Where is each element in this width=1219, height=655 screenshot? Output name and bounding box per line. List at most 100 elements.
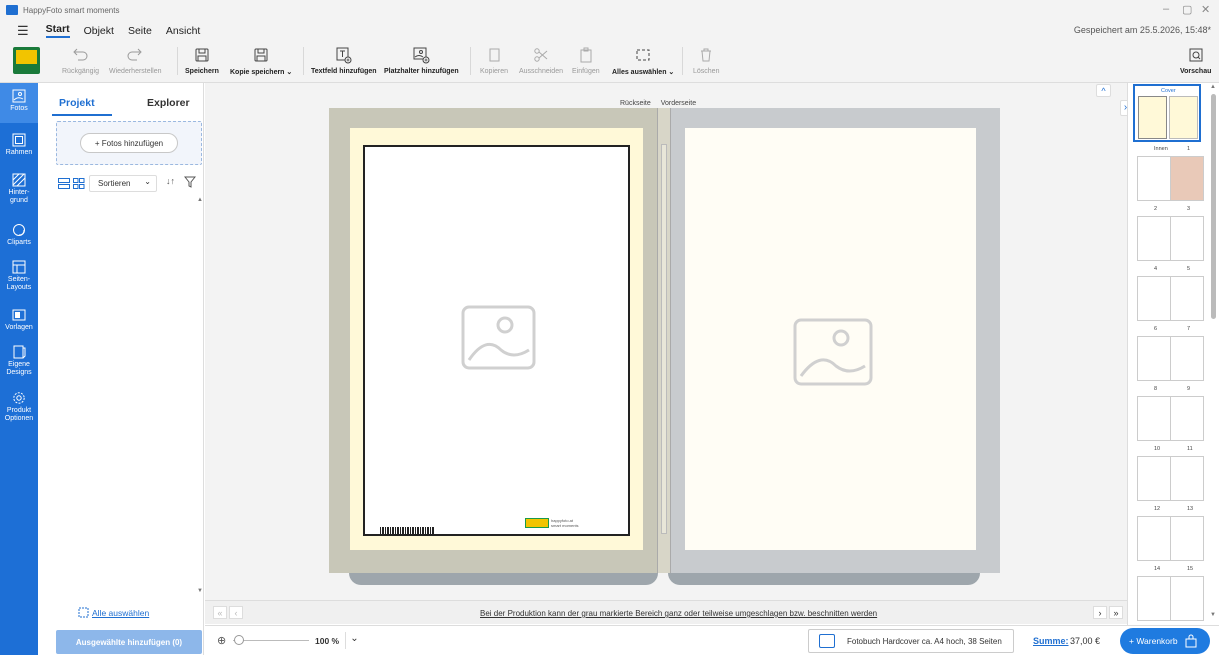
- thumb-page-left[interactable]: [1137, 516, 1171, 561]
- tab-explorer[interactable]: Explorer: [147, 97, 190, 109]
- thumb-page-number: 1: [1187, 146, 1191, 152]
- thumb-spread[interactable]: 10 11: [1137, 446, 1205, 504]
- title-bar: HappyFoto smart moments – ▢ ✕: [0, 0, 1219, 20]
- delete-button[interactable]: Löschen: [693, 45, 719, 75]
- chevron-down-icon: ⌄: [144, 177, 151, 186]
- thumb-page-number: 9: [1187, 386, 1191, 392]
- thumb-spread[interactable]: 67: [1137, 326, 1205, 384]
- grid-view-icon[interactable]: [73, 178, 85, 189]
- thumb-page-left[interactable]: [1137, 276, 1171, 321]
- add-placeholder-button[interactable]: Platzhalter hinzufügen: [384, 45, 459, 75]
- zoom-in-icon[interactable]: ⊕: [217, 634, 226, 647]
- sort-order-icon[interactable]: ↓↑: [166, 176, 175, 186]
- zoom-dropdown-icon[interactable]: ⌄: [345, 632, 363, 649]
- thumb-scrollbar[interactable]: ▲ ▼: [1208, 84, 1219, 624]
- thumb-page-right[interactable]: [1170, 576, 1204, 621]
- thumb-page-number: 2: [1154, 206, 1158, 212]
- filter-icon[interactable]: [184, 176, 196, 188]
- rail-item-cliparts[interactable]: Cliparts: [0, 223, 38, 247]
- rail-item-fotos[interactable]: Fotos: [0, 83, 38, 123]
- add-to-cart-button[interactable]: + Warenkorb: [1120, 628, 1210, 654]
- rail-item-vorlagen[interactable]: Vorlagen: [0, 308, 38, 332]
- select-all-icon: [633, 45, 653, 65]
- production-notice[interactable]: Bei der Produktion kann der grau markier…: [480, 609, 877, 618]
- scroll-down-icon[interactable]: ▼: [197, 588, 203, 594]
- minimize-icon[interactable]: –: [1163, 3, 1169, 15]
- thumb-spread[interactable]: 14 15: [1137, 566, 1205, 624]
- hamburger-icon[interactable]: ☰: [17, 23, 29, 39]
- thumb-cover[interactable]: Cover: [1133, 84, 1201, 142]
- thumb-page-left[interactable]: [1137, 396, 1171, 441]
- rail-item-seitenlayouts[interactable]: Seiten- Layouts: [0, 260, 38, 291]
- maximize-icon[interactable]: ▢: [1182, 3, 1192, 16]
- thumb-page-left[interactable]: [1137, 336, 1171, 381]
- close-icon[interactable]: ✕: [1201, 3, 1210, 16]
- image-placeholder-icon[interactable]: [793, 318, 873, 386]
- first-page-icon[interactable]: «: [213, 606, 227, 619]
- save-copy-button[interactable]: Kopie speichern ⌄: [230, 45, 292, 76]
- rail-item-hintergrund[interactable]: Hinter- grund: [0, 173, 38, 204]
- zoom-slider[interactable]: [233, 640, 309, 641]
- side-panel: Projekt Explorer: [38, 83, 204, 655]
- paste-button[interactable]: Einfügen: [572, 45, 600, 75]
- thumb-page-right[interactable]: [1170, 516, 1204, 561]
- spine[interactable]: [657, 108, 671, 573]
- collapse-up-icon[interactable]: ^: [1096, 84, 1111, 97]
- last-page-icon[interactable]: »: [1109, 606, 1123, 619]
- next-page-icon[interactable]: ›: [1093, 606, 1107, 619]
- menu-ansicht[interactable]: Ansicht: [166, 25, 200, 37]
- undo-icon: [70, 45, 90, 65]
- menu-objekt[interactable]: Objekt: [84, 25, 114, 37]
- thumb-spread[interactable]: 23: [1137, 206, 1205, 264]
- select-all-button[interactable]: Alles auswählen ⌄: [612, 45, 674, 76]
- product-info-button[interactable]: Fotobuch Hardcover ca. A4 hoch, 38 Seite…: [808, 629, 1014, 653]
- copy-icon: [484, 45, 504, 65]
- sum-label[interactable]: Summe:: [1033, 636, 1069, 646]
- prev-page-icon[interactable]: ‹: [229, 606, 243, 619]
- scroll-up-icon[interactable]: ▲: [197, 197, 203, 203]
- redo-button[interactable]: Wiederherstellen: [109, 45, 162, 75]
- select-all-icon: [78, 607, 89, 618]
- thumb-page-right[interactable]: [1170, 336, 1204, 381]
- preview-icon: [1186, 45, 1206, 65]
- undo-button[interactable]: Rückgängig: [62, 45, 99, 75]
- thumb-page-right[interactable]: [1170, 156, 1204, 201]
- cut-button[interactable]: Ausschneiden: [519, 45, 563, 75]
- thumb-page-right[interactable]: [1170, 456, 1204, 501]
- zoom-level: 100 %: [315, 636, 340, 646]
- add-textfield-button[interactable]: Textfeld hinzufügen: [311, 45, 377, 75]
- back-cover-page[interactable]: [363, 145, 630, 536]
- rail-item-rahmen[interactable]: Rahmen: [0, 133, 38, 157]
- thumb-page-right[interactable]: [1170, 276, 1204, 321]
- add-photos-button[interactable]: + Fotos hinzufügen: [80, 133, 178, 153]
- menu-start[interactable]: Start: [45, 23, 70, 38]
- save-button[interactable]: Speichern: [185, 45, 219, 75]
- thumb-page-right[interactable]: [1170, 216, 1204, 261]
- image-placeholder-icon[interactable]: [461, 305, 536, 370]
- thumb-page-left[interactable]: [1137, 216, 1171, 261]
- product-icon: [819, 634, 835, 648]
- thumb-page-right[interactable]: [1170, 396, 1204, 441]
- thumb-spread[interactable]: Innen 1: [1137, 146, 1205, 204]
- sort-select[interactable]: Sortieren ⌄: [89, 175, 157, 192]
- thumb-page-left[interactable]: [1137, 576, 1171, 621]
- preview-button[interactable]: Vorschau: [1180, 45, 1211, 75]
- list-view-icon[interactable]: [58, 178, 70, 189]
- menu-seite[interactable]: Seite: [128, 25, 152, 37]
- front-cover-page[interactable]: [685, 128, 976, 550]
- thumb-page-left[interactable]: [1137, 456, 1171, 501]
- rail-item-produkt-optionen[interactable]: Produkt Optionen: [0, 391, 38, 422]
- add-selected-button[interactable]: Ausgewählte hinzufügen (0): [56, 630, 202, 654]
- thumb-page-left[interactable]: [1137, 156, 1171, 201]
- zoom-slider-handle[interactable]: [234, 635, 244, 645]
- rail-item-eigene-designs[interactable]: Eigene Designs: [0, 345, 38, 376]
- tab-projekt[interactable]: Projekt: [59, 97, 95, 109]
- thumb-spread[interactable]: 89: [1137, 386, 1205, 444]
- thumb-spread[interactable]: 12 13: [1137, 506, 1205, 564]
- select-all-link[interactable]: Alle auswählen: [92, 608, 149, 618]
- thumb-page-number: 7: [1187, 326, 1191, 332]
- sum-value: 37,00 €: [1070, 636, 1101, 646]
- thumb-spread[interactable]: 45: [1137, 266, 1205, 324]
- copy-button[interactable]: Kopieren: [480, 45, 508, 75]
- active-tab-indicator: [52, 114, 112, 116]
